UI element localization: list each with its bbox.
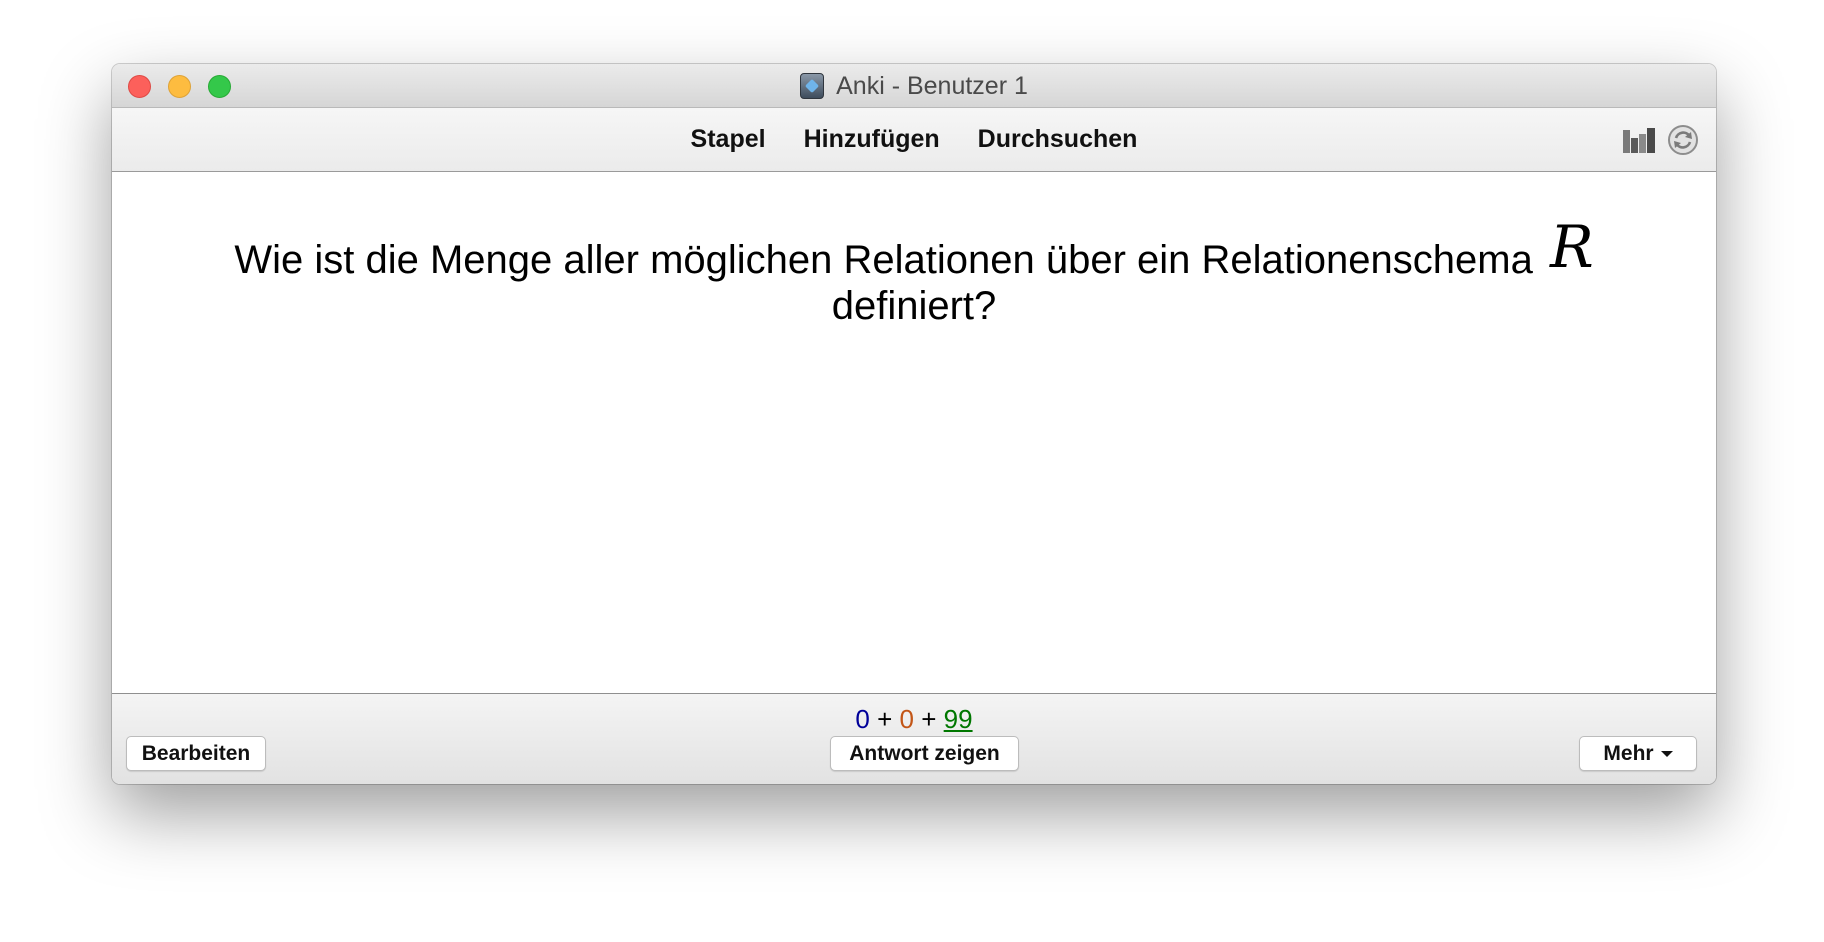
anki-app-icon bbox=[800, 73, 825, 99]
question-end: definiert? bbox=[831, 284, 997, 328]
due-counts: 0 + 0 + 99 bbox=[112, 704, 1716, 735]
nav-link-browse[interactable]: Durchsuchen bbox=[978, 125, 1138, 154]
card-question: Wie ist die Menge aller möglichen Relati… bbox=[172, 218, 1656, 329]
edit-button[interactable]: Bearbeiten bbox=[126, 736, 266, 771]
review-count[interactable]: 99 bbox=[944, 704, 973, 734]
new-count: 0 bbox=[855, 704, 870, 734]
more-button[interactable]: Mehr bbox=[1579, 736, 1697, 771]
title-bar[interactable]: Anki - Benutzer 1 bbox=[112, 64, 1716, 108]
question-text: Wie ist die Menge aller möglichen Relati… bbox=[234, 238, 1533, 282]
chevron-down-icon bbox=[1660, 750, 1673, 757]
count-separator: + bbox=[877, 704, 893, 734]
anki-window: Anki - Benutzer 1 Stapel Hinzufügen Durc… bbox=[112, 64, 1716, 784]
window-title-group: Anki - Benutzer 1 bbox=[112, 64, 1716, 108]
show-answer-button[interactable]: Antwort zeigen bbox=[830, 736, 1019, 771]
card-area: Wie ist die Menge aller möglichen Relati… bbox=[112, 172, 1716, 694]
count-separator: + bbox=[921, 704, 937, 734]
math-symbol: R bbox=[1549, 213, 1594, 281]
more-button-label: Mehr bbox=[1603, 741, 1654, 765]
nav-link-add[interactable]: Hinzufügen bbox=[804, 125, 940, 154]
nav-link-decks[interactable]: Stapel bbox=[691, 125, 766, 154]
sync-icon[interactable] bbox=[1667, 124, 1699, 156]
main-toolbar: Stapel Hinzufügen Durchsuchen bbox=[112, 108, 1716, 172]
bottom-bar: 0 + 0 + 99 Bearbeiten Antwort zeigen Meh… bbox=[112, 694, 1716, 784]
stats-icon[interactable] bbox=[1622, 126, 1656, 154]
edit-button-label: Bearbeiten bbox=[141, 741, 251, 765]
toolbar-nav: Stapel Hinzufügen Durchsuchen bbox=[112, 108, 1716, 170]
show-answer-label: Antwort zeigen bbox=[849, 741, 1000, 765]
learning-count: 0 bbox=[899, 704, 914, 734]
window-title: Anki - Benutzer 1 bbox=[836, 71, 1028, 100]
